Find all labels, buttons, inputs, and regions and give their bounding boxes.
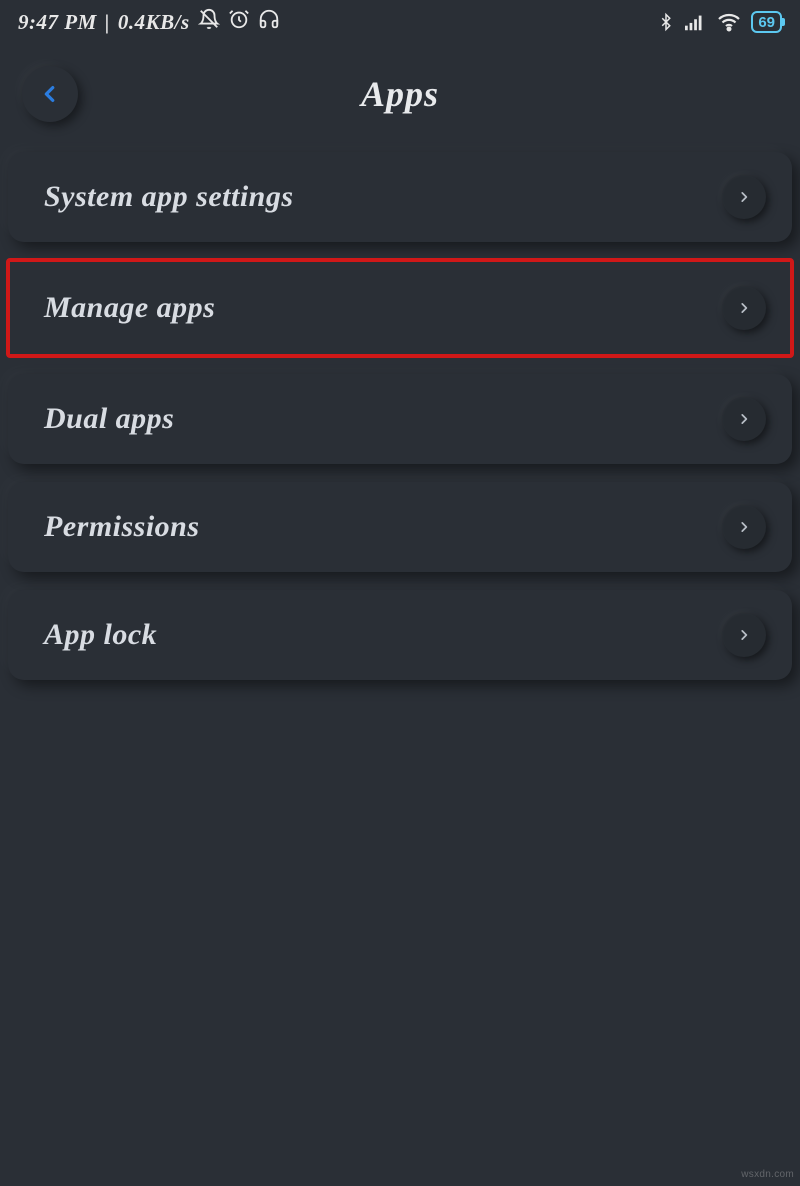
status-bar: 9:47 PM | 0.4KB/s 69 xyxy=(0,0,800,44)
list-item-label: Permissions xyxy=(44,510,200,544)
list-item-permissions[interactable]: Permissions xyxy=(8,482,792,572)
chevron-right-icon xyxy=(737,188,751,206)
list-item-system-app-settings[interactable]: System app settings xyxy=(8,152,792,242)
battery-indicator: 69 xyxy=(751,11,782,33)
list-item-manage-apps[interactable]: Manage apps xyxy=(8,260,792,356)
status-separator: | xyxy=(105,10,110,35)
status-right: 69 xyxy=(657,11,782,33)
list-item-label: App lock xyxy=(44,618,157,652)
status-net-speed: 0.4KB/s xyxy=(118,10,190,35)
page-title: Apps xyxy=(361,73,439,115)
status-left: 9:47 PM | 0.4KB/s xyxy=(18,8,280,36)
list-item-label: System app settings xyxy=(44,180,294,214)
list-item-label: Manage apps xyxy=(44,291,215,325)
page-header: Apps xyxy=(0,44,800,144)
status-time: 9:47 PM xyxy=(18,10,97,35)
chevron-right-icon xyxy=(737,299,751,317)
headphones-icon xyxy=(258,8,280,36)
chevron-button[interactable] xyxy=(722,175,766,219)
alarm-icon xyxy=(228,8,250,36)
list-item-app-lock[interactable]: App lock xyxy=(8,590,792,680)
chevron-left-icon xyxy=(39,80,61,108)
wifi-icon xyxy=(717,12,741,32)
back-button[interactable] xyxy=(22,66,78,122)
settings-list: System app settings Manage apps Dual app… xyxy=(0,144,800,680)
bluetooth-icon xyxy=(657,11,675,33)
chevron-button[interactable] xyxy=(722,397,766,441)
chevron-button[interactable] xyxy=(722,613,766,657)
chevron-right-icon xyxy=(737,626,751,644)
watermark: wsxdn.com xyxy=(741,1169,794,1180)
dnd-icon xyxy=(198,8,220,36)
chevron-right-icon xyxy=(737,518,751,536)
chevron-right-icon xyxy=(737,410,751,428)
battery-level: 69 xyxy=(758,14,775,31)
chevron-button[interactable] xyxy=(722,505,766,549)
signal-icon xyxy=(685,13,707,31)
list-item-label: Dual apps xyxy=(44,402,174,436)
list-item-dual-apps[interactable]: Dual apps xyxy=(8,374,792,464)
chevron-button[interactable] xyxy=(722,286,766,330)
